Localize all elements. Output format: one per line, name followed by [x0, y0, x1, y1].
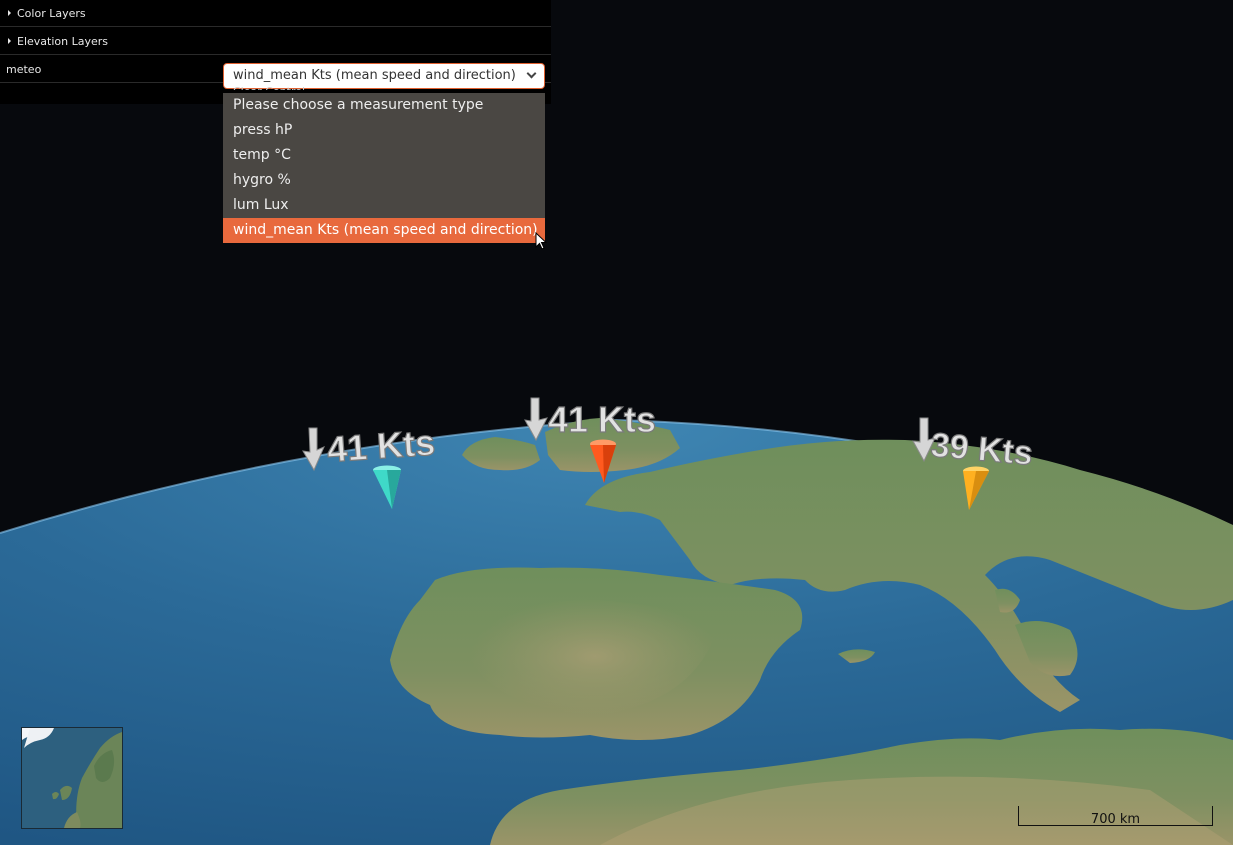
triangle-right-icon [8, 10, 11, 16]
meteo-label: meteo [6, 63, 42, 76]
chevron-down-icon [526, 68, 537, 79]
clear-control-text[interactable]: Clear Control [233, 86, 305, 90]
scale-label: 700 km [1090, 812, 1141, 827]
folder-label: Elevation Layers [17, 35, 108, 48]
layer-control-panel: Color Layers Elevation Layers meteo wind… [0, 0, 551, 104]
wind-speed-label: 41 Kts [548, 399, 656, 440]
folder-label: Color Layers [17, 7, 86, 20]
dropdown-option[interactable]: temp °C [223, 143, 545, 168]
triangle-right-icon [8, 38, 11, 44]
select-value: wind_mean Kts (mean speed and direction) [233, 68, 516, 83]
wind-speed-label: 41 Kts [326, 422, 437, 470]
measurement-type-dropdown[interactable]: Please choose a measurement type press h… [223, 93, 545, 243]
elevation-layers-folder[interactable]: Elevation Layers [0, 28, 551, 55]
dropdown-option[interactable]: Please choose a measurement type [223, 93, 545, 118]
overview-minimap[interactable] [21, 727, 123, 829]
scale-bar: 700 km [1018, 806, 1213, 827]
mouse-pointer-icon [535, 232, 548, 250]
color-layers-folder[interactable]: Color Layers [0, 0, 551, 27]
dropdown-option[interactable]: hygro % [223, 168, 545, 193]
globe-view[interactable]: 41 Kts 41 Kts 39 Kts [0, 0, 1233, 845]
dropdown-option[interactable]: lum Lux [223, 193, 545, 218]
dropdown-option-selected[interactable]: wind_mean Kts (mean speed and direction) [223, 218, 545, 243]
dropdown-option[interactable]: press hP [223, 118, 545, 143]
